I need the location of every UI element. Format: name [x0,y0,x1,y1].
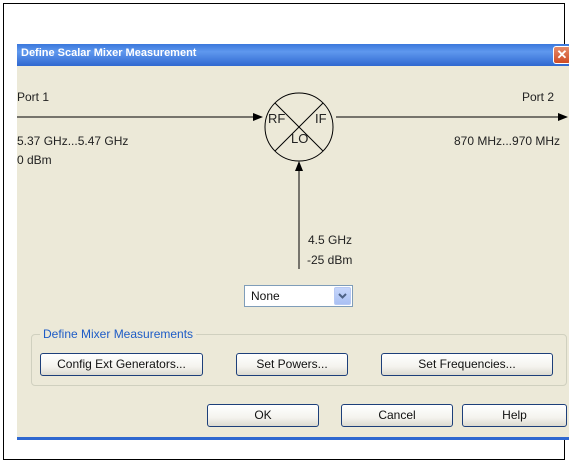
ok-button[interactable]: OK [207,404,319,427]
port2-frequency: 870 MHz...970 MHz [454,134,561,148]
lo-source-select[interactable]: None [244,285,353,307]
cancel-button[interactable]: Cancel [341,404,453,427]
mixer-dialog: Define Scalar Mixer Measurement ✕ Port 1… [17,44,569,439]
set-frequencies-button[interactable]: Set Frequencies... [381,353,553,376]
config-ext-generators-button[interactable]: Config Ext Generators... [40,353,203,376]
mixer-symbol-icon [264,92,334,162]
lo-power: -25 dBm [307,253,353,267]
help-button[interactable]: Help [462,404,567,427]
dropdown-button[interactable] [334,287,351,305]
port1-label: Port 1 [17,90,50,104]
rf-port-label: RF [268,111,286,126]
port1-power: 0 dBm [17,153,52,167]
group-legend: Define Mixer Measurements [40,327,197,341]
lo-port-label: LO [291,131,309,146]
set-powers-button[interactable]: Set Powers... [236,353,348,376]
port2-label: Port 2 [522,90,555,104]
chevron-down-icon [338,293,347,299]
lo-frequency: 4.5 GHz [308,233,353,247]
mixer-diagram [17,92,568,269]
lo-source-value: None [251,289,280,303]
if-port-label: IF [315,111,327,126]
port1-frequency: 5.37 GHz...5.47 GHz [17,134,129,148]
dialog-bottom-border [17,437,569,440]
